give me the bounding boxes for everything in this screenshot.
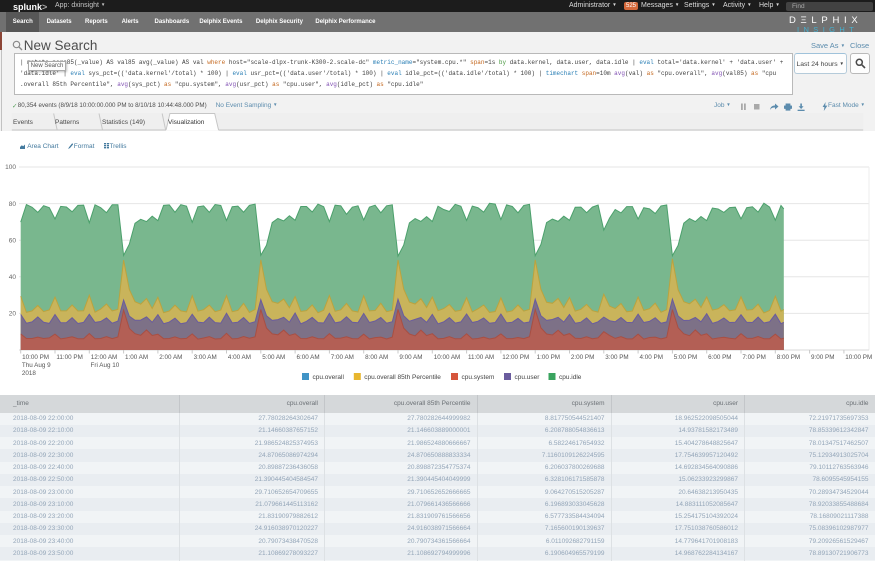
svg-text:8:00 AM: 8:00 AM [365, 354, 388, 361]
svg-text:6:00 PM: 6:00 PM [708, 354, 731, 361]
svg-text:10:00 PM: 10:00 PM [22, 354, 49, 361]
svg-text:11:00 AM: 11:00 AM [468, 354, 494, 361]
svg-text:20: 20 [9, 311, 17, 318]
svg-text:11:00 PM: 11:00 PM [56, 354, 83, 361]
svg-text:cpu.overall: cpu.overall [313, 374, 345, 381]
svg-text:2018: 2018 [22, 370, 37, 377]
svg-text:1:00 PM: 1:00 PM [537, 354, 560, 361]
svg-text:12:00 PM: 12:00 PM [502, 354, 529, 361]
svg-text:1:00 AM: 1:00 AM [125, 354, 148, 361]
svg-text:Fri Aug 10: Fri Aug 10 [91, 362, 120, 369]
svg-text:cpu.system: cpu.system [462, 374, 495, 381]
svg-text:5:00 AM: 5:00 AM [262, 354, 285, 361]
svg-text:cpu.user: cpu.user [515, 374, 541, 381]
svg-text:10:00 PM: 10:00 PM [845, 354, 872, 361]
svg-text:7:00 PM: 7:00 PM [742, 354, 765, 361]
svg-text:10:00 AM: 10:00 AM [434, 354, 461, 361]
svg-text:4:00 PM: 4:00 PM [640, 354, 663, 361]
svg-text:3:00 PM: 3:00 PM [605, 354, 628, 361]
svg-text:Thu Aug 9: Thu Aug 9 [22, 362, 51, 369]
svg-text:100: 100 [5, 164, 16, 171]
svg-text:7:00 AM: 7:00 AM [331, 354, 354, 361]
svg-text:9:00 AM: 9:00 AM [399, 354, 422, 361]
svg-text:3:00 AM: 3:00 AM [194, 354, 217, 361]
svg-text:60: 60 [9, 237, 17, 244]
svg-text:8:00 PM: 8:00 PM [777, 354, 800, 361]
svg-text:cpu.idle: cpu.idle [559, 374, 582, 381]
svg-text:6:00 AM: 6:00 AM [297, 354, 320, 361]
svg-text:5:00 PM: 5:00 PM [674, 354, 697, 361]
svg-text:2:00 AM: 2:00 AM [159, 354, 182, 361]
svg-text:9:00 PM: 9:00 PM [811, 354, 834, 361]
svg-text:80: 80 [9, 201, 17, 208]
svg-text:12:00 AM: 12:00 AM [91, 354, 118, 361]
svg-text:40: 40 [9, 274, 17, 281]
svg-text:4:00 AM: 4:00 AM [228, 354, 251, 361]
svg-text:2:00 PM: 2:00 PM [571, 354, 594, 361]
svg-text:cpu.overall 85th Percentile: cpu.overall 85th Percentile [364, 374, 441, 381]
